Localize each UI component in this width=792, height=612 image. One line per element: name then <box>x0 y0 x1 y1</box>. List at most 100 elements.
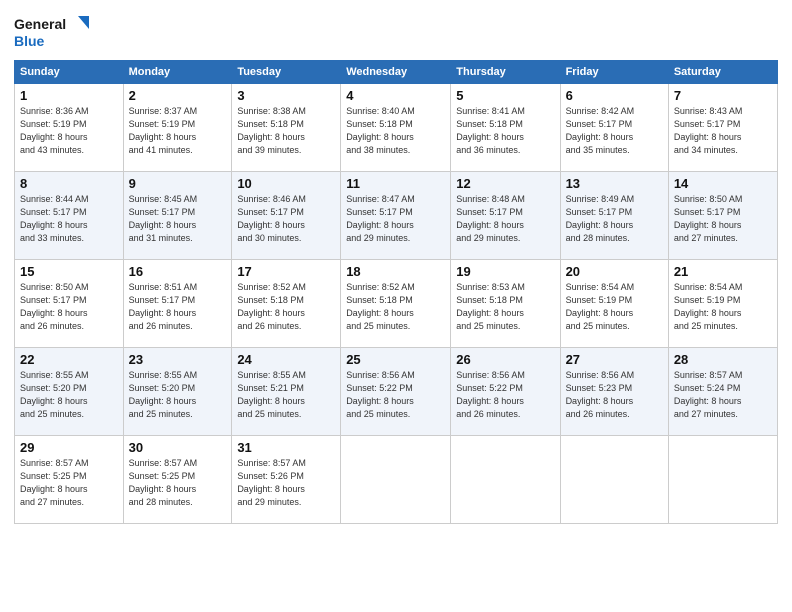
calendar-cell: 8 Sunrise: 8:44 AMSunset: 5:17 PMDaylight… <box>15 172 124 260</box>
calendar-cell: 11 Sunrise: 8:47 AMSunset: 5:17 PMDayligh… <box>341 172 451 260</box>
day-number: 30 <box>129 440 227 455</box>
day-info: Sunrise: 8:53 AMSunset: 5:18 PMDaylight:… <box>456 281 554 333</box>
col-header-monday: Monday <box>123 61 232 84</box>
col-header-tuesday: Tuesday <box>232 61 341 84</box>
day-number: 25 <box>346 352 445 367</box>
day-info: Sunrise: 8:47 AMSunset: 5:17 PMDaylight:… <box>346 193 445 245</box>
calendar-cell: 3 Sunrise: 8:38 AMSunset: 5:18 PMDaylight… <box>232 84 341 172</box>
header: GeneralBlue <box>14 12 778 52</box>
calendar-cell: 17Sunrise: 8:52 AMSunset: 5:18 PMDayligh… <box>232 260 341 348</box>
day-info: Sunrise: 8:52 AMSunset: 5:18 PMDaylight:… <box>237 281 335 333</box>
calendar-cell: 30Sunrise: 8:57 AMSunset: 5:25 PMDayligh… <box>123 436 232 524</box>
calendar-cell: 12Sunrise: 8:48 AMSunset: 5:17 PMDayligh… <box>451 172 560 260</box>
day-info: Sunrise: 8:54 AMSunset: 5:19 PMDaylight:… <box>566 281 663 333</box>
day-info: Sunrise: 8:40 AMSunset: 5:18 PMDaylight:… <box>346 105 445 157</box>
day-info: Sunrise: 8:42 AMSunset: 5:17 PMDaylight:… <box>566 105 663 157</box>
day-number: 9 <box>129 176 227 191</box>
day-info: Sunrise: 8:56 AMSunset: 5:23 PMDaylight:… <box>566 369 663 421</box>
calendar-cell: 27 Sunrise: 8:56 AMSunset: 5:23 PMDayligh… <box>560 348 668 436</box>
calendar-cell: 5 Sunrise: 8:41 AMSunset: 5:18 PMDaylight… <box>451 84 560 172</box>
day-info: Sunrise: 8:37 AMSunset: 5:19 PMDaylight:… <box>129 105 227 157</box>
svg-text:General: General <box>14 16 66 32</box>
calendar-cell: 18 Sunrise: 8:52 AMSunset: 5:18 PMDayligh… <box>341 260 451 348</box>
day-number: 5 <box>456 88 554 103</box>
calendar-cell <box>451 436 560 524</box>
day-info: Sunrise: 8:44 AMSunset: 5:17 PMDaylight:… <box>20 193 118 245</box>
col-header-sunday: Sunday <box>15 61 124 84</box>
day-info: Sunrise: 8:57 AMSunset: 5:26 PMDaylight:… <box>237 457 335 509</box>
day-info: Sunrise: 8:57 AMSunset: 5:24 PMDaylight:… <box>674 369 772 421</box>
week-row-3: 15 Sunrise: 8:50 AMSunset: 5:17 PMDayligh… <box>15 260 778 348</box>
calendar-cell: 19 Sunrise: 8:53 AMSunset: 5:18 PMDayligh… <box>451 260 560 348</box>
day-info: Sunrise: 8:56 AMSunset: 5:22 PMDaylight:… <box>456 369 554 421</box>
day-info: Sunrise: 8:51 AMSunset: 5:17 PMDaylight:… <box>129 281 227 333</box>
day-number: 29 <box>20 440 118 455</box>
calendar-cell: 4 Sunrise: 8:40 AMSunset: 5:18 PMDaylight… <box>341 84 451 172</box>
calendar-cell: 16 Sunrise: 8:51 AMSunset: 5:17 PMDayligh… <box>123 260 232 348</box>
week-row-5: 29 Sunrise: 8:57 AMSunset: 5:25 PMDayligh… <box>15 436 778 524</box>
day-info: Sunrise: 8:36 AMSunset: 5:19 PMDaylight:… <box>20 105 118 157</box>
day-number: 15 <box>20 264 118 279</box>
col-header-friday: Friday <box>560 61 668 84</box>
day-number: 11 <box>346 176 445 191</box>
day-info: Sunrise: 8:55 AMSunset: 5:21 PMDaylight:… <box>237 369 335 421</box>
week-row-4: 22Sunrise: 8:55 AMSunset: 5:20 PMDayligh… <box>15 348 778 436</box>
day-number: 22 <box>20 352 118 367</box>
calendar-cell: 2 Sunrise: 8:37 AMSunset: 5:19 PMDaylight… <box>123 84 232 172</box>
day-info: Sunrise: 8:52 AMSunset: 5:18 PMDaylight:… <box>346 281 445 333</box>
day-info: Sunrise: 8:46 AMSunset: 5:17 PMDaylight:… <box>237 193 335 245</box>
logo-svg: GeneralBlue <box>14 12 94 52</box>
day-number: 19 <box>456 264 554 279</box>
calendar-cell: 6Sunrise: 8:42 AMSunset: 5:17 PMDaylight… <box>560 84 668 172</box>
calendar-cell: 22Sunrise: 8:55 AMSunset: 5:20 PMDayligh… <box>15 348 124 436</box>
day-info: Sunrise: 8:43 AMSunset: 5:17 PMDaylight:… <box>674 105 772 157</box>
calendar-cell: 20 Sunrise: 8:54 AMSunset: 5:19 PMDayligh… <box>560 260 668 348</box>
calendar-cell <box>341 436 451 524</box>
calendar-cell: 24 Sunrise: 8:55 AMSunset: 5:21 PMDayligh… <box>232 348 341 436</box>
calendar-cell: 23Sunrise: 8:55 AMSunset: 5:20 PMDayligh… <box>123 348 232 436</box>
svg-text:Blue: Blue <box>14 33 45 49</box>
calendar-cell: 29 Sunrise: 8:57 AMSunset: 5:25 PMDayligh… <box>15 436 124 524</box>
day-number: 18 <box>346 264 445 279</box>
day-number: 8 <box>20 176 118 191</box>
day-info: Sunrise: 8:56 AMSunset: 5:22 PMDaylight:… <box>346 369 445 421</box>
day-number: 14 <box>674 176 772 191</box>
day-info: Sunrise: 8:57 AMSunset: 5:25 PMDaylight:… <box>20 457 118 509</box>
calendar-cell: 28 Sunrise: 8:57 AMSunset: 5:24 PMDayligh… <box>668 348 777 436</box>
day-number: 27 <box>566 352 663 367</box>
day-number: 12 <box>456 176 554 191</box>
day-number: 24 <box>237 352 335 367</box>
week-row-2: 8 Sunrise: 8:44 AMSunset: 5:17 PMDaylight… <box>15 172 778 260</box>
calendar-cell: 26 Sunrise: 8:56 AMSunset: 5:22 PMDayligh… <box>451 348 560 436</box>
day-info: Sunrise: 8:49 AMSunset: 5:17 PMDaylight:… <box>566 193 663 245</box>
day-number: 2 <box>129 88 227 103</box>
day-number: 1 <box>20 88 118 103</box>
calendar-cell: 14Sunrise: 8:50 AMSunset: 5:17 PMDayligh… <box>668 172 777 260</box>
day-number: 3 <box>237 88 335 103</box>
calendar-cell: 31Sunrise: 8:57 AMSunset: 5:26 PMDayligh… <box>232 436 341 524</box>
day-number: 26 <box>456 352 554 367</box>
day-info: Sunrise: 8:38 AMSunset: 5:18 PMDaylight:… <box>237 105 335 157</box>
week-row-1: 1 Sunrise: 8:36 AMSunset: 5:19 PMDaylight… <box>15 84 778 172</box>
calendar-header-row: SundayMondayTuesdayWednesdayThursdayFrid… <box>15 61 778 84</box>
day-number: 13 <box>566 176 663 191</box>
logo: GeneralBlue <box>14 12 94 52</box>
col-header-wednesday: Wednesday <box>341 61 451 84</box>
day-info: Sunrise: 8:45 AMSunset: 5:17 PMDaylight:… <box>129 193 227 245</box>
calendar-cell: 10Sunrise: 8:46 AMSunset: 5:17 PMDayligh… <box>232 172 341 260</box>
calendar-table: SundayMondayTuesdayWednesdayThursdayFrid… <box>14 60 778 524</box>
calendar-cell: 15 Sunrise: 8:50 AMSunset: 5:17 PMDayligh… <box>15 260 124 348</box>
calendar-cell: 7 Sunrise: 8:43 AMSunset: 5:17 PMDaylight… <box>668 84 777 172</box>
day-number: 20 <box>566 264 663 279</box>
calendar-cell: 13 Sunrise: 8:49 AMSunset: 5:17 PMDayligh… <box>560 172 668 260</box>
day-number: 16 <box>129 264 227 279</box>
calendar-cell: 9 Sunrise: 8:45 AMSunset: 5:17 PMDaylight… <box>123 172 232 260</box>
day-number: 28 <box>674 352 772 367</box>
page: GeneralBlue SundayMondayTuesdayWednesday… <box>0 0 792 612</box>
day-info: Sunrise: 8:41 AMSunset: 5:18 PMDaylight:… <box>456 105 554 157</box>
day-info: Sunrise: 8:50 AMSunset: 5:17 PMDaylight:… <box>20 281 118 333</box>
day-number: 4 <box>346 88 445 103</box>
day-number: 7 <box>674 88 772 103</box>
col-header-saturday: Saturday <box>668 61 777 84</box>
day-number: 23 <box>129 352 227 367</box>
